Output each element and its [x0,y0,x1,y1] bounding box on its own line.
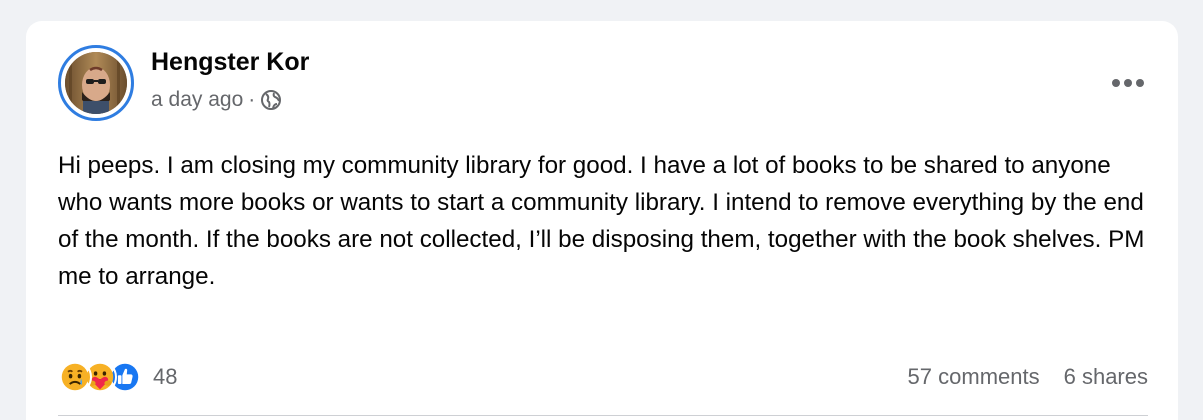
more-horizontal-icon [1112,79,1144,87]
avatar-photo [65,52,127,114]
post-footer: 48 57 comments 6 shares [58,355,1148,399]
post-card: Hengster Kor a day ago · Hi peeps. I am … [26,21,1178,420]
post-timestamp[interactable]: a day ago [151,88,243,112]
post-meta: a day ago · [151,88,282,112]
shares-count-link[interactable]: 6 shares [1064,364,1148,390]
author-name[interactable]: Hengster Kor [151,48,309,77]
reaction-summary[interactable]: 48 [58,360,177,394]
author-avatar[interactable] [58,45,134,121]
meta-separator: · [248,88,256,111]
reaction-count: 48 [153,364,178,389]
post-stats: 57 comments 6 shares [908,364,1148,390]
globe-icon[interactable] [260,89,282,111]
post-body-text: Hi peeps. I am closing my community libr… [58,152,1152,290]
more-options-button[interactable] [1106,65,1150,101]
sad-reaction-icon [58,360,92,394]
footer-divider [58,415,1148,416]
post-header: Hengster Kor a day ago · [58,45,1150,121]
comments-count-link[interactable]: 57 comments [908,364,1040,390]
